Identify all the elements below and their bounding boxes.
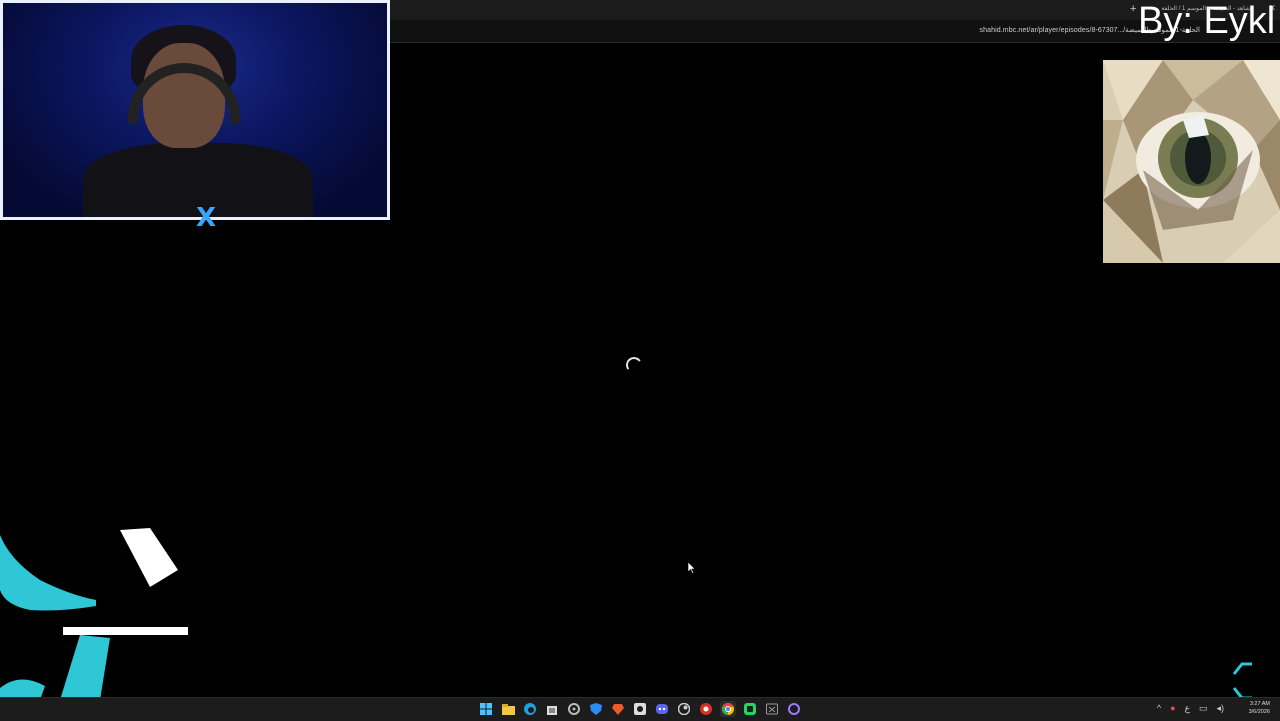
webcam-overlay xyxy=(0,0,390,220)
network-icon[interactable]: ▭ xyxy=(1199,703,1208,714)
store-icon[interactable] xyxy=(544,701,560,717)
taskbar-pinned-apps xyxy=(478,701,802,717)
windows-taskbar: ^ ● ع ▭ ◂) 3:27 AM 3/6/2026 xyxy=(0,697,1280,721)
microphone-icon[interactable]: ● xyxy=(1170,703,1175,714)
clock-date: 3/6/2026 xyxy=(1248,709,1270,715)
streamer-byline: By: Eykl xyxy=(1138,0,1276,42)
defender-icon[interactable] xyxy=(588,701,604,717)
app-circle-icon[interactable] xyxy=(786,701,802,717)
new-tab-button[interactable]: + xyxy=(1130,3,1136,15)
edge-icon[interactable] xyxy=(522,701,538,717)
windows-start-icon[interactable] xyxy=(478,701,494,717)
capture-icon[interactable] xyxy=(632,701,648,717)
loading-spinner xyxy=(624,355,644,375)
tray-overflow-icon[interactable]: ^ xyxy=(1157,703,1161,714)
whatsapp-icon[interactable] xyxy=(742,701,758,717)
steam-icon[interactable] xyxy=(676,701,692,717)
chrome-red-icon[interactable] xyxy=(698,701,714,717)
mouse-cursor-icon xyxy=(687,561,696,579)
taskbar-clock[interactable]: 3:27 AM 3/6/2026 xyxy=(1249,700,1270,716)
xbox-icon[interactable] xyxy=(764,701,780,717)
eye-artwork xyxy=(1103,60,1280,263)
webcam-logo: X xyxy=(196,203,217,233)
volume-icon[interactable]: ◂) xyxy=(1216,703,1224,714)
file-explorer-icon[interactable] xyxy=(500,701,516,717)
chrome-icon[interactable] xyxy=(720,701,736,717)
settings-icon[interactable] xyxy=(566,701,582,717)
discord-icon[interactable] xyxy=(654,701,670,717)
brave-icon[interactable] xyxy=(610,701,626,717)
keyboard-language[interactable]: ع xyxy=(1185,703,1190,714)
clock-time: 3:27 AM xyxy=(1249,701,1270,707)
system-tray: ^ ● ع ▭ ◂) xyxy=(1157,703,1224,714)
decorative-overlay-graphic xyxy=(0,520,200,700)
